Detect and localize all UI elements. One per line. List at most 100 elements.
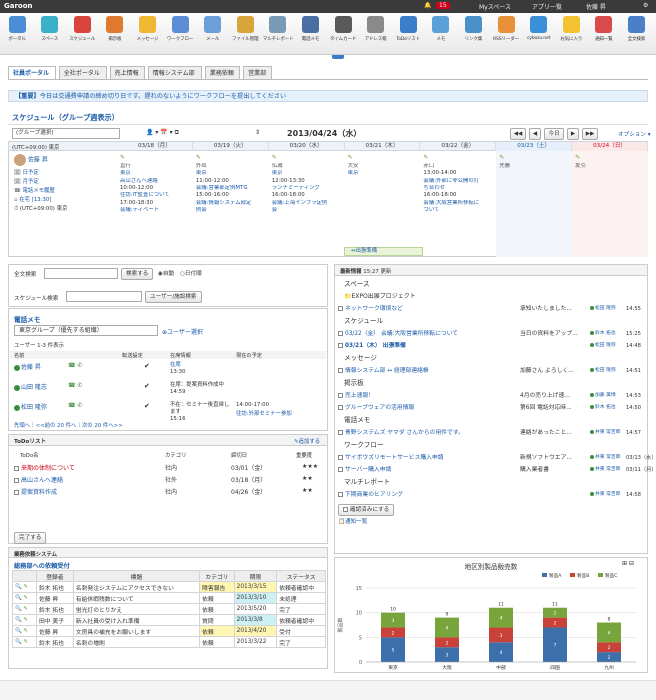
phone-group-select[interactable]: 東京グループ（優先する組織） [14,325,158,336]
garoon-logo[interactable]: Garoon [4,2,33,10]
tab-3[interactable]: 情報システム部 [147,66,202,80]
updates-item-user-text-3-0[interactable]: 加藤 美博 [595,393,616,398]
schedule-user-link-label-3[interactable]: 在宅 [13:30] [19,197,51,203]
sort-radio-auto[interactable]: ◉自動 [158,269,174,277]
updates-item-1-0[interactable]: 03/22（金） 会議:大阪営業所移転について [338,330,514,338]
schedule-option[interactable]: オプション ▾ [618,130,651,138]
gyomu-subtitle[interactable]: 総務部への依頼受付 [14,561,70,570]
updates-item-text-5-0[interactable]: サイボウズリモートサービス購入申請 [345,455,444,461]
updates-checkbox-6-0[interactable] [338,492,343,497]
schedule-nav-3[interactable]: ▶ [567,128,579,140]
todo-checkbox-1[interactable] [14,478,19,483]
gyomu-row-icons-0[interactable]: 🔍 ✎ [12,581,37,593]
app-12[interactable]: ToDoリスト [393,16,423,42]
updates-item-text-1-0[interactable]: 03/22（金） 会議:大阪営業所移転について [345,331,458,337]
updates-item-user-text-5-1[interactable]: 井東 常吉郎 [595,467,621,472]
gyomu-row[interactable]: 🔍 ✎ 田中 美子 新入社員の受け入れ準備 質問 2013/3/8 依頼者確認中 [12,614,326,626]
app-3[interactable]: 掲示板 [100,16,130,42]
gear-icon[interactable]: ⚙ [643,2,648,9]
phone-call-icon-1[interactable]: ☎ ✆ [68,382,82,389]
app-13[interactable]: メモ [426,16,456,42]
day-header-0[interactable]: 03/18（月） [117,142,193,151]
app-19[interactable]: 全文検索 [621,16,651,42]
schedule-cell-1-6[interactable]: 例会 [196,207,267,214]
appbar-toggle[interactable] [332,55,344,59]
updates-item-3-1[interactable]: グループウェアの活用情報 [338,404,514,412]
phone-row-sched2-2[interactable]: 往訪:外部セミナー参加 [236,409,292,417]
tab-2[interactable]: 売上情報 [109,66,145,80]
day-header-1[interactable]: 03/19（火） [193,142,269,151]
phone-row-name-text-1[interactable]: 山田 隆志 [21,384,47,391]
app-7[interactable]: ファイル管理 [230,16,260,42]
gyomu-row-icons-3[interactable]: 🔍 ✎ [12,614,37,626]
updates-item-user-text-1-1[interactable]: 松田 隆弥 [595,343,616,348]
updates-item-user-1-0[interactable]: 鈴木 拓也 [590,330,624,338]
schedule-user-link-0[interactable]: 🗓 日予定 [14,169,114,177]
day-header-4[interactable]: 03/22（金） [420,142,497,151]
schedule-cell-3-1[interactable]: 東京 [348,170,419,177]
updates-checkbox-5-1[interactable] [338,467,343,472]
app-1[interactable]: スペース [35,16,65,42]
todo-checkbox-0[interactable] [14,466,19,471]
updates-item-user-text-5-0[interactable]: 井東 常吉郎 [595,455,621,460]
notification-badge[interactable]: 15 [436,2,450,9]
todo-checkbox-2[interactable] [14,490,19,495]
schedule-title[interactable]: スケジュール（グループ週表示） [12,113,119,123]
updates-item-1-1[interactable]: 03/21（木） 出張準備 [338,342,514,350]
phone-row-name-1[interactable]: 山田 隆志 [14,382,47,391]
updates-checkbox-0-1[interactable] [338,306,343,311]
updates-item-3-0[interactable]: 売上速報！ [338,392,514,400]
updates-item-user-text-3-1[interactable]: 鈴木 拓也 [595,405,616,410]
schedule-view-icons[interactable]: 👤 ▾ 📅 ▾ ⧉ [146,129,179,137]
schedule-reorder-icon[interactable]: ⇕ [255,129,260,136]
phone-call-icon-2[interactable]: ☎ ✆ [68,402,82,409]
updates-checkbox-1-0[interactable] [338,331,343,336]
updates-item-user-3-0[interactable]: 加藤 美博 [590,392,624,400]
app-8[interactable]: マルチレポート [263,16,294,42]
schedule-cell-0-2[interactable]: 高山さんへ連絡 [120,178,191,185]
phone-memo-title[interactable]: 電話メモ [14,314,40,324]
updates-checkbox-2-0[interactable] [338,368,343,373]
day-header-2[interactable]: 03/20（水） [269,142,345,151]
gyomu-row-icons-2[interactable]: 🔍 ✎ [12,603,37,615]
updates-item-5-1[interactable]: サーバー購入申請 [338,466,514,474]
updates-item-text-6-0[interactable]: 下期商業のヒアリング [345,492,403,498]
updates-item-0-0[interactable]: 📁EXPO出展プロジェクト [344,293,416,301]
updates-item-5-0[interactable]: サイボウズリモートサービス購入申請 [338,454,514,462]
schedule-user-link-label-1[interactable]: 月予定 [23,179,39,185]
schedule-user-link-label-4[interactable]: (UTC+09:00) 東京 [20,206,67,212]
schedule-nav-2[interactable]: 今日 [544,128,564,140]
phone-row-name-text-2[interactable]: 松田 隆弥 [21,404,47,411]
schedule-cell-1-5[interactable]: 会議:情報システム部定 [196,200,267,207]
todo-row-name-text-2[interactable]: 提案資料作成 [21,489,57,496]
schedule-new-icon-3[interactable]: ✎ [348,154,353,161]
bell-icon[interactable]: 🔔 [424,2,431,9]
todo-row-name-2[interactable]: 提案資料作成 [14,487,57,496]
updates-item-user-2-0[interactable]: 松田 隆弥 [590,367,624,375]
gyomu-row-icons-1[interactable]: 🔍 ✎ [12,592,37,604]
phone-pager[interactable]: 先頭へ｜<<前の 20 件へ｜次の 20 件へ>> [14,421,123,429]
app-4[interactable]: メッセージ [132,16,162,42]
updates-item-user-text-4-0[interactable]: 井東 常吉郎 [595,430,621,435]
updates-item-user-text-6-0[interactable]: 井東 常吉郎 [595,492,621,497]
apps-menu[interactable]: アプリ一覧 [532,2,562,11]
updates-item-2-0[interactable]: 情報システム部 ↔ 経理部連絡帳 [338,367,514,375]
todo-title[interactable]: ToDoリスト [14,437,46,445]
schedule-cell-4-5[interactable]: 会議:大阪営業所移転に [423,200,494,207]
updates-item-user-5-1[interactable]: 井東 常吉郎 [590,466,624,474]
chart-tool-icons[interactable]: ⊞ ⊟ [622,560,634,567]
schedule-cell-2-3[interactable]: ランチミーティング [272,185,343,192]
group-select[interactable]: (グループ選択) [12,128,120,139]
updates-item-text-2-0[interactable]: 情報システム部 ↔ 経理部連絡帳 [345,368,429,374]
schedule-user-name[interactable]: 佐藤 昇 [28,157,48,164]
updates-item-user-6-0[interactable]: 井東 常吉郎 [590,491,624,499]
updates-item-0-1[interactable]: ネットワーク環境など [338,305,514,313]
app-0[interactable]: ポータル [2,16,32,42]
app-2[interactable]: スケジュール [67,16,97,42]
schedule-cell-0-4[interactable]: 往訪:IT監査について [120,192,191,199]
updates-item-text-1-1[interactable]: 03/21（木） 出張準備 [345,343,406,349]
schedule-cell-1-3[interactable]: 会議:営業部定例MTG [196,185,267,192]
select-user-link[interactable]: ⊕ユーザー選択 [162,327,203,336]
schedule-new-icon-1[interactable]: ✎ [196,154,201,161]
app-16[interactable]: cybozu.net [524,16,554,41]
